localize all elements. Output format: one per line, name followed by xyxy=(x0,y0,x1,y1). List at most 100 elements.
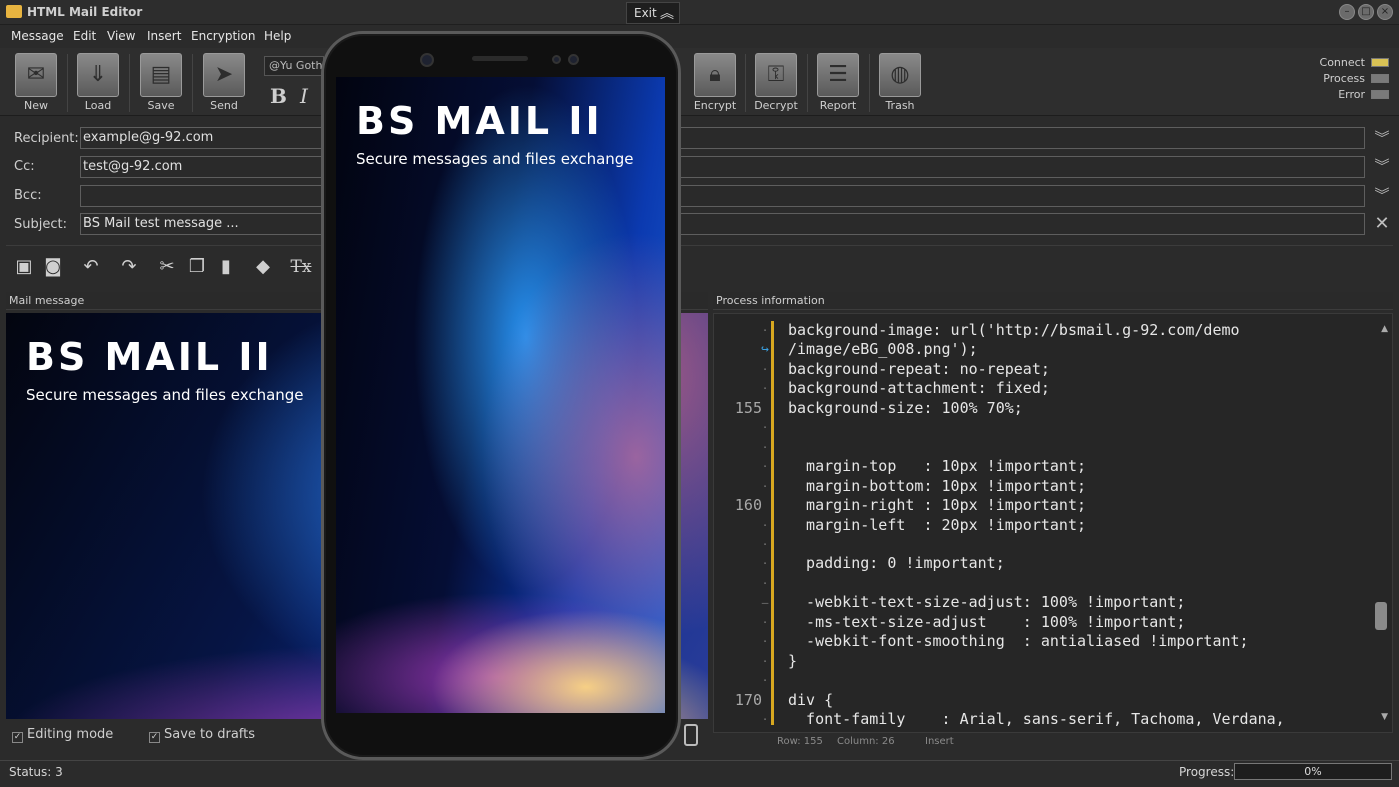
exit-label: Exit xyxy=(634,6,657,20)
clear-subject-icon[interactable]: ✕ xyxy=(1373,215,1391,233)
report-icon: ☰ xyxy=(817,53,859,97)
menu-help[interactable]: Help xyxy=(264,29,291,43)
chevron-up-icon: ︽ xyxy=(660,6,674,22)
cc-field[interactable]: test@g-92.com xyxy=(80,156,1365,178)
gutter-mark: · xyxy=(761,635,769,649)
editing-mode-checkbox[interactable]: ✓ Editing mode xyxy=(12,727,113,743)
connect-indicator-label: Connect xyxy=(1319,56,1365,69)
decrypt-button[interactable]: ⚿ Decrypt xyxy=(748,50,804,114)
load-button[interactable]: ⇓ Load xyxy=(70,50,126,114)
minimize-button[interactable]: – xyxy=(1339,4,1355,20)
italic-button[interactable]: I xyxy=(300,84,308,108)
load-label: Load xyxy=(84,99,112,112)
code-text: margin-right : 10px !important; xyxy=(788,496,1087,515)
change-marker-bar xyxy=(771,321,774,725)
redo-icon[interactable]: ↷ xyxy=(116,254,142,280)
new-label: New xyxy=(24,99,48,112)
phone-sensor xyxy=(552,55,561,64)
code-text: } xyxy=(788,651,798,670)
copy-icon[interactable]: ❐ xyxy=(184,254,210,280)
gutter-mark: · xyxy=(761,576,769,590)
scroll-down-icon[interactable]: ▼ xyxy=(1381,712,1388,722)
cc-expand-icon[interactable]: ︾ xyxy=(1373,157,1391,175)
close-button[interactable]: × xyxy=(1377,4,1393,20)
process-information-panel[interactable]: · background-image: url('http://bsmail.g-… xyxy=(713,313,1393,733)
mail-tagline: Secure messages and files exchange xyxy=(26,386,304,404)
gutter-mark: · xyxy=(761,479,769,493)
bcc-expand-icon[interactable]: ︾ xyxy=(1373,186,1391,204)
code-text: -webkit-font-smoothing : antialiased !im… xyxy=(788,632,1249,651)
bcc-label: Bcc: xyxy=(14,188,42,203)
subject-label: Subject: xyxy=(14,217,67,232)
error-led xyxy=(1371,90,1389,99)
send-icon: ➤ xyxy=(203,53,245,97)
exit-button[interactable]: Exit ︽ xyxy=(626,2,680,24)
image-icon[interactable]: ▣ xyxy=(11,254,37,280)
window-title: HTML Mail Editor xyxy=(27,5,143,19)
new-mail-icon: ✉ xyxy=(15,53,57,97)
status-bar: Status: 3 Progress: xyxy=(0,760,1399,787)
menu-message[interactable]: Message xyxy=(11,29,64,43)
code-text: background-size: 100% 70%; xyxy=(788,398,1023,417)
bcc-field[interactable] xyxy=(80,185,1365,207)
trash-icon: ◍ xyxy=(879,53,921,97)
code-text: margin-left : 20px !important; xyxy=(788,515,1087,534)
clear-format-icon[interactable]: Tx xyxy=(288,254,314,280)
editing-mode-label: Editing mode xyxy=(27,727,114,742)
toolbar-divider xyxy=(745,54,746,112)
code-text: margin-bottom: 10px !important; xyxy=(788,476,1087,495)
send-button[interactable]: ➤ Send xyxy=(196,50,252,114)
menu-encryption[interactable]: Encryption xyxy=(191,29,255,43)
phone-screen: BS MAIL II Secure messages and files exc… xyxy=(336,77,665,713)
code-text: margin-top : 10px !important; xyxy=(788,457,1087,476)
trash-label: Trash xyxy=(885,99,915,112)
menu-insert[interactable]: Insert xyxy=(147,29,181,43)
code-text: -ms-text-size-adjust : 100% !important; xyxy=(788,612,1186,631)
code-line: · xyxy=(714,418,1392,438)
process-indicator-label: Process xyxy=(1323,72,1365,85)
code-line: ·} xyxy=(714,651,1392,672)
save-button[interactable]: ▤ Save xyxy=(133,50,189,114)
recipient-field[interactable]: example@g-92.com xyxy=(80,127,1365,149)
code-line: · -ms-text-size-adjust : 100% !important… xyxy=(714,612,1392,633)
save-to-drafts-checkbox[interactable]: ✓ Save to drafts xyxy=(149,727,255,743)
code-line: · margin-top : 10px !important; xyxy=(714,457,1392,477)
report-button[interactable]: ☰ Report xyxy=(810,50,866,114)
subject-field[interactable]: BS Mail test message ... xyxy=(80,213,1365,235)
gutter-mark: · xyxy=(761,362,769,376)
gutter-mark: · xyxy=(761,440,769,454)
menu-edit[interactable]: Edit xyxy=(73,29,96,43)
code-text: -webkit-text-size-adjust: 100% !importan… xyxy=(788,593,1186,612)
paste-icon[interactable]: ▮ xyxy=(213,254,239,280)
toolbar-divider xyxy=(67,54,68,112)
connect-led xyxy=(1371,58,1389,67)
code-line: 155 background-size: 100% 70%; xyxy=(714,398,1392,419)
recipient-label: Recipient: xyxy=(14,131,79,146)
scrollbar-thumb[interactable] xyxy=(1375,602,1387,630)
bold-button[interactable]: B xyxy=(270,84,287,108)
mobile-preview-icon[interactable] xyxy=(684,724,698,746)
recipient-expand-icon[interactable]: ︾ xyxy=(1373,129,1391,147)
encrypt-button[interactable]: 🔒︎ Encrypt xyxy=(687,50,743,114)
process-panel-header: Process information xyxy=(713,292,1393,310)
trash-button[interactable]: ◍ Trash xyxy=(872,50,928,114)
gutter-mark: · xyxy=(761,421,769,435)
undo-icon[interactable]: ↶ xyxy=(78,254,104,280)
process-led xyxy=(1371,74,1389,83)
font-name-select[interactable]: @Yu Gothi xyxy=(264,56,324,76)
new-button[interactable]: ✉ New xyxy=(8,50,64,114)
attachment-icon[interactable]: ◙ xyxy=(40,254,66,280)
maximize-button[interactable]: □ xyxy=(1358,4,1374,20)
gutter-mark: ↪ xyxy=(761,342,769,358)
menu-view[interactable]: View xyxy=(107,29,135,43)
cut-icon[interactable]: ✂ xyxy=(154,254,180,280)
scroll-up-icon[interactable]: ▲ xyxy=(1381,324,1388,334)
eraser-icon[interactable]: ◆ xyxy=(250,254,276,280)
line-number: 160 xyxy=(734,496,762,515)
code-line: 160 margin-right : 10px !important; xyxy=(714,496,1392,516)
row-indicator: Row: 155 xyxy=(777,736,823,747)
code-line: · xyxy=(714,574,1392,594)
menu-bar: Message Edit View Insert Encryption Help xyxy=(0,26,1399,48)
code-line: · background-attachment: fixed; xyxy=(714,379,1392,399)
code-text: font-family : Arial, sans-serif, Tachoma… xyxy=(788,710,1285,728)
